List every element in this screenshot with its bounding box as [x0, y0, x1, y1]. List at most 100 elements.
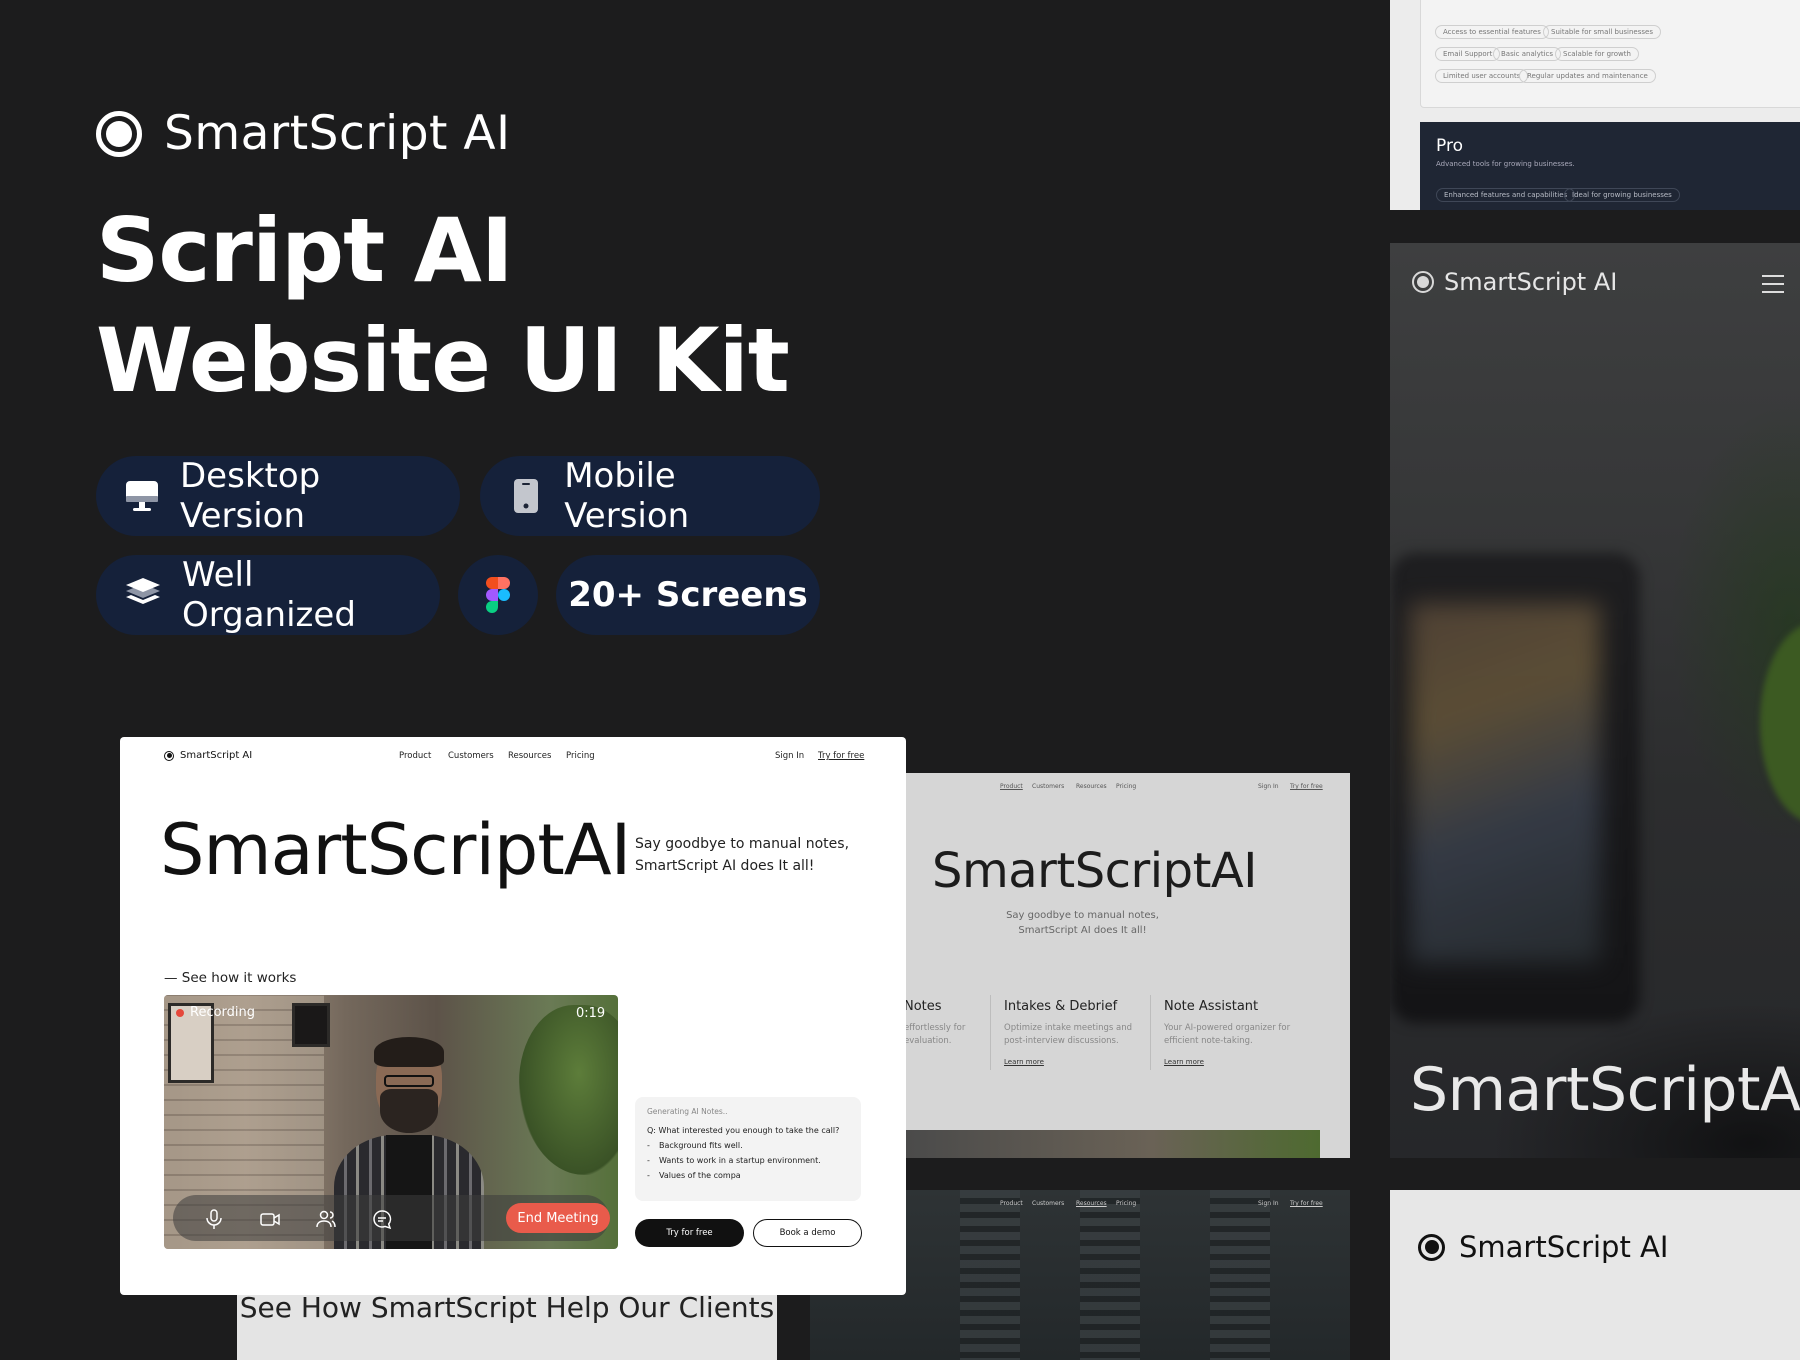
- clients-screen-preview: See How SmartScript Help Our Clients: [237, 1290, 777, 1360]
- try-free-link[interactable]: Try for free: [818, 751, 864, 761]
- video-camera-icon[interactable]: [259, 1208, 281, 1230]
- nav-link[interactable]: Customers: [1032, 783, 1064, 790]
- logo-ring-icon: [1412, 271, 1434, 293]
- nav-link[interactable]: Product: [1000, 783, 1023, 790]
- brand-name: SmartScript AI: [164, 106, 511, 161]
- mobile-brand-name: SmartScript AI: [1459, 1230, 1669, 1264]
- nav-link[interactable]: Product: [1000, 1200, 1023, 1207]
- feature-item: Note Assistant Your AI-powered organizer…: [1164, 999, 1324, 1066]
- call-controls-bar: End Meeting: [173, 1195, 610, 1241]
- feature-tag: Basic analytics: [1493, 47, 1562, 61]
- tablet-screen-photo: [1410, 603, 1600, 963]
- hero-title: SmartScriptAI: [932, 843, 1257, 899]
- plan-subtitle: Advanced tools for growing businesses.: [1436, 160, 1575, 168]
- nav-brand-name: SmartScript AI: [180, 750, 253, 761]
- pill-label: Mobile Version: [564, 456, 690, 536]
- nav-pricing[interactable]: Pricing: [566, 751, 595, 761]
- logo-ring-icon: [164, 750, 174, 761]
- try-free-link[interactable]: Try for free: [1290, 1200, 1323, 1207]
- microphone-icon[interactable]: [203, 1208, 225, 1230]
- nav-brand[interactable]: SmartScript AI: [164, 750, 252, 761]
- logo-ring-icon: [1418, 1233, 1445, 1261]
- participants-icon[interactable]: [315, 1208, 337, 1230]
- call-timer: 0:19: [576, 1006, 606, 1021]
- feature-tag: Regular updates and maintenance: [1519, 69, 1656, 83]
- feature-title: Note Assistant: [1164, 999, 1259, 1014]
- plan-title: Pro: [1436, 136, 1463, 156]
- pill-mobile-version: Mobile Version: [480, 456, 820, 536]
- feature-tag: Limited user accounts: [1435, 69, 1529, 83]
- recording-dot-icon: [176, 1008, 184, 1017]
- mobile-brand: SmartScript AI: [1418, 1230, 1668, 1264]
- book-demo-button[interactable]: Book a demo: [753, 1219, 862, 1247]
- pill-label: Desktop Version: [180, 456, 321, 536]
- hero-subtitle: Say goodbye to manual notes, SmartScript…: [635, 836, 850, 874]
- basic-plan-card: Access to essential features Suitable fo…: [1420, 0, 1800, 108]
- try-for-free-button[interactable]: Try for free: [635, 1219, 744, 1247]
- ai-notes-card: Generating AI Notes.. Q: What interested…: [635, 1097, 861, 1201]
- pill-desktop-version: Desktop Version: [96, 456, 460, 536]
- feature-desc: effortlessly for evaluation.: [904, 1023, 966, 1046]
- hero-subtitle: Say goodbye to manual notes, SmartScript…: [1006, 910, 1159, 936]
- phone-icon: [508, 476, 544, 516]
- chat-icon[interactable]: [371, 1208, 393, 1230]
- layers-icon: [124, 575, 162, 615]
- feature-tag: Ideal for growing businesses: [1564, 188, 1680, 202]
- figma-icon: [478, 575, 518, 615]
- nav-link[interactable]: Pricing: [1116, 1200, 1136, 1207]
- notes-bullet: Background fits well.: [647, 1141, 849, 1150]
- learn-more-link[interactable]: Learn more: [1164, 1058, 1324, 1066]
- plant-photo: [519, 1005, 618, 1175]
- mobile-hero-title: SmartScriptAI: [1410, 1055, 1800, 1125]
- brand-logo: SmartScript AI: [96, 106, 510, 161]
- pill-screens-count: 20+ Screens: [556, 555, 820, 635]
- recording-label: Recording: [190, 1005, 256, 1020]
- feature-tag: Scalable for growth: [1555, 47, 1639, 61]
- pro-plan-card: Pro Advanced tools for growing businesse…: [1420, 122, 1800, 210]
- nav-product[interactable]: Product: [399, 751, 431, 761]
- notes-bullet: Wants to work in a startup environment.: [647, 1156, 849, 1165]
- pill-well-organized: Well Organized: [96, 555, 440, 635]
- notes-bullet: Values of the compa: [647, 1171, 849, 1180]
- sign-in-link[interactable]: Sign In: [775, 751, 804, 761]
- hero-line-2: Website UI Kit: [96, 309, 790, 412]
- nav-link[interactable]: Pricing: [1116, 783, 1136, 790]
- nav-link[interactable]: Resources: [1076, 1200, 1107, 1207]
- feature-tag: Suitable for small businesses: [1543, 25, 1661, 39]
- pill-figma: [458, 555, 538, 635]
- pill-label: 20+ Screens: [568, 575, 808, 615]
- hero-photo-strip: [900, 1130, 1320, 1158]
- plant-photo: [1760, 623, 1800, 823]
- nav-link[interactable]: Customers: [1032, 1200, 1064, 1207]
- end-meeting-button[interactable]: End Meeting: [506, 1203, 610, 1233]
- recording-indicator: Recording: [176, 1005, 255, 1020]
- nav-customers[interactable]: Customers: [448, 751, 494, 761]
- hamburger-menu-icon[interactable]: [1762, 275, 1784, 299]
- desktop-screen-preview: Product Customers Resources Pricing Sign…: [900, 773, 1350, 1158]
- hero-line-1: Script AI: [96, 199, 514, 302]
- mobile-screen-preview-2: SmartScript AI: [1390, 1190, 1800, 1360]
- feature-title: Intakes & Debrief: [1004, 999, 1118, 1014]
- pill-label: Well Organized: [182, 555, 356, 635]
- nav-link[interactable]: Resources: [1076, 783, 1107, 790]
- try-free-link[interactable]: Try for free: [1290, 783, 1323, 790]
- sign-in-link[interactable]: Sign In: [1258, 1200, 1279, 1207]
- feature-tag: Access to essential features: [1435, 25, 1549, 39]
- clients-title: See How SmartScript Help Our Clients: [239, 1291, 775, 1324]
- mobile-brand: SmartScript AI: [1412, 268, 1617, 296]
- monitor-icon: [124, 476, 160, 516]
- feature-item: Intakes & Debrief Optimize intake meetin…: [1004, 999, 1164, 1066]
- logo-ring-icon: [96, 110, 142, 157]
- nav-resources[interactable]: Resources: [508, 751, 551, 761]
- learn-more-link[interactable]: Learn more: [1004, 1058, 1164, 1066]
- hero-headline: Script AI Website UI Kit: [96, 196, 790, 416]
- video-call-preview[interactable]: Recording 0:19 End Meeting: [164, 995, 618, 1249]
- sign-in-link[interactable]: Sign In: [1258, 783, 1279, 790]
- pricing-screen-preview: Access to essential features Suitable fo…: [1390, 0, 1800, 210]
- feature-desc: Optimize intake meetings and post-interv…: [1004, 1023, 1132, 1046]
- desktop-landing-preview: SmartScript AI Product Customers Resourc…: [120, 737, 906, 1295]
- feature-desc: Your AI-powered organizer for efficient …: [1164, 1023, 1291, 1046]
- see-how-label: — See how it works: [164, 970, 297, 986]
- mobile-brand-name: SmartScript AI: [1444, 268, 1618, 296]
- hero-title: SmartScriptAI: [160, 809, 631, 891]
